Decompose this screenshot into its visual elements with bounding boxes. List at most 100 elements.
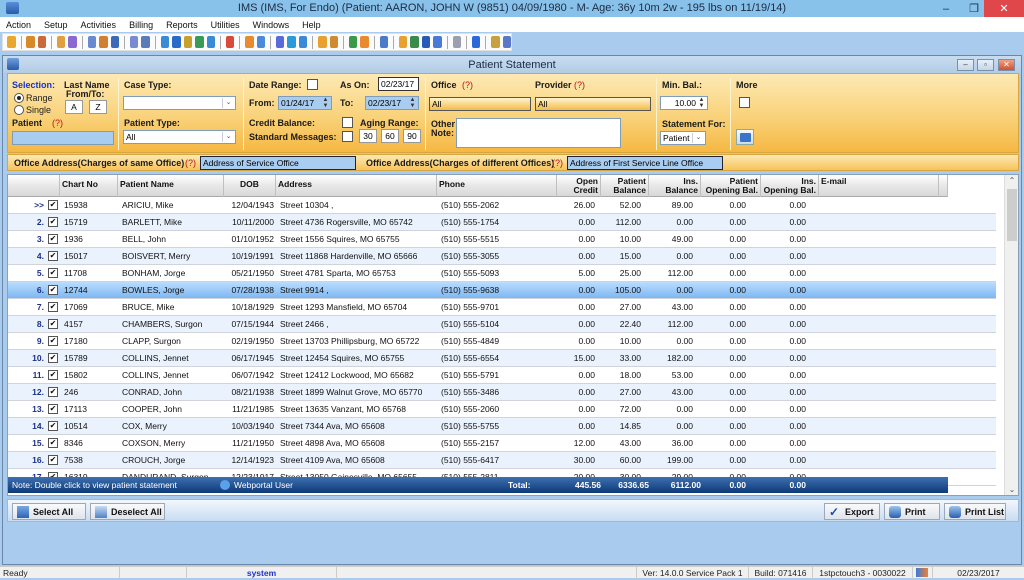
table-row[interactable]: 8. ✔ 4157 CHAMBERS, Surgon 07/15/1944 Street …	[8, 316, 996, 333]
document-icon[interactable]	[433, 36, 442, 48]
office-select[interactable]: All	[429, 97, 531, 111]
col-patient-opening-bal[interactable]: Patient Opening Bal.	[701, 175, 761, 197]
scroll-down-icon[interactable]: ⌄	[1005, 485, 1018, 494]
table-row[interactable]: >> ✔ 15938 ARICIU, Mike 12/04/1943 Street 103…	[8, 197, 996, 214]
col-patient-balance[interactable]: Patient Balance	[601, 175, 649, 197]
notes-icon[interactable]	[141, 36, 150, 48]
table-row[interactable]: 13. ✔ 17113 COOPER, John 11/21/1985 Street 13…	[8, 401, 996, 418]
scroll-thumb[interactable]	[1007, 189, 1017, 241]
col-address[interactable]: Address	[276, 175, 437, 197]
row-checkbox[interactable]: ✔	[48, 336, 58, 346]
menu-setup[interactable]: Setup	[44, 20, 68, 30]
exit-icon[interactable]	[502, 36, 512, 48]
row-checkbox[interactable]: ✔	[48, 319, 58, 329]
credit-balance-checkbox[interactable]	[342, 117, 353, 128]
open-folder-button[interactable]	[736, 129, 754, 145]
table-row[interactable]: 2. ✔ 15719 BARLETT, Mike 10/11/2000 Street 47…	[8, 214, 996, 231]
report-icon[interactable]	[329, 36, 339, 48]
claims-icon[interactable]	[183, 36, 193, 48]
menu-utilities[interactable]: Utilities	[211, 20, 240, 30]
spinner-icon[interactable]: ▲ ▼	[408, 97, 417, 109]
print-list-button[interactable]: Print List	[944, 503, 1006, 520]
scroll-up-icon[interactable]: ⌃	[1005, 176, 1018, 185]
same-office-address-select[interactable]: Address of Service Office	[200, 156, 356, 170]
close-button[interactable]: ✕	[984, 0, 1024, 17]
menu-help[interactable]: Help	[302, 20, 321, 30]
table-row[interactable]: 5. ✔ 11708 BONHAM, Jorge 05/21/1950 Street 47…	[8, 265, 996, 282]
col-ins-balance[interactable]: Ins. Balance	[649, 175, 701, 197]
table-row[interactable]: 7. ✔ 17069 BRUCE, Mike 10/18/1929 Street 1293…	[8, 299, 996, 316]
min-bal-input[interactable]: 10.00 ▲ ▼	[660, 96, 708, 110]
row-checkbox[interactable]: ✔	[48, 404, 58, 414]
template-icon[interactable]	[452, 36, 462, 48]
menu-activities[interactable]: Activities	[81, 20, 117, 30]
col-email[interactable]: E-mail	[819, 175, 939, 197]
statement-for-select[interactable]: Patient ⌄	[660, 131, 706, 145]
col-ins-opening-bal[interactable]: Ins. Opening Bal.	[761, 175, 819, 197]
lab-flask-icon[interactable]	[99, 36, 108, 48]
lock-icon[interactable]	[491, 36, 500, 48]
ledger-icon[interactable]	[206, 36, 216, 48]
row-checkbox[interactable]: ✔	[48, 438, 58, 448]
minimize-button[interactable]: –	[932, 0, 960, 17]
table-row[interactable]: 11. ✔ 15802 COLLINS, Jennet 06/07/1942 Street…	[8, 367, 996, 384]
menu-reports[interactable]: Reports	[166, 20, 198, 30]
patient-icon[interactable]	[7, 36, 16, 48]
table-row[interactable]: 3. ✔ 1936 BELL, John 01/10/1952 Street 1556 S…	[8, 231, 996, 248]
col-phone[interactable]: Phone	[437, 175, 557, 197]
edit-note-icon[interactable]	[68, 36, 77, 48]
word-icon[interactable]	[421, 36, 431, 48]
last-name-from-input[interactable]: A	[65, 100, 83, 114]
spinner-icon[interactable]: ▲ ▼	[321, 97, 330, 109]
aging-60-input[interactable]: 60	[381, 129, 399, 143]
as-on-date-input[interactable]: 02/23/17	[378, 77, 419, 91]
to-date-input[interactable]: 02/23/17 ▲ ▼	[365, 96, 419, 110]
from-date-input[interactable]: 01/24/17 ▲ ▼	[278, 96, 332, 110]
table-row[interactable]: 14. ✔ 10514 COX, Merry 10/03/1940 Street 7344…	[8, 418, 996, 435]
spinner-icon[interactable]: ▲ ▼	[697, 97, 706, 109]
patient-type-select[interactable]: All ⌄	[123, 130, 236, 144]
menu-action[interactable]: Action	[6, 20, 31, 30]
diff-office-help[interactable]: (?)	[552, 158, 563, 168]
letters-icon[interactable]	[256, 36, 266, 48]
payment-icon[interactable]	[195, 36, 204, 48]
child-minimize-button[interactable]: –	[957, 59, 974, 71]
table-row[interactable]: 10. ✔ 15789 COLLINS, Jennet 06/17/1945 Street…	[8, 350, 996, 367]
single-radio[interactable]	[14, 105, 24, 115]
table-row[interactable]: 9. ✔ 17180 CLAPP, Surgon 02/19/1950 Street 13…	[8, 333, 996, 350]
user-edit-icon[interactable]	[37, 36, 47, 48]
aging-90-input[interactable]: 90	[403, 129, 421, 143]
col-open-credit[interactable]: Open Credit	[557, 175, 601, 197]
child-close-button[interactable]: ✕	[998, 59, 1015, 71]
table-row[interactable]: 4. ✔ 15017 BOISVERT, Merry 10/19/1991 Street …	[8, 248, 996, 265]
help-icon[interactable]	[471, 36, 481, 48]
shield-icon[interactable]	[110, 36, 120, 48]
export-button[interactable]: ✓ Export	[824, 503, 880, 520]
row-checkbox[interactable]: ✔	[48, 421, 58, 431]
table-row[interactable]: 6. ✔ 12744 BOWLES, Jorge 07/28/1938 Street 99…	[8, 282, 996, 299]
provider-icon[interactable]	[26, 36, 35, 48]
provider-help[interactable]: (?)	[574, 80, 585, 90]
folder-icon[interactable]	[56, 36, 66, 48]
patient-help[interactable]: (?)	[52, 118, 63, 128]
row-checkbox[interactable]: ✔	[48, 234, 58, 244]
scan-icon[interactable]	[287, 36, 296, 48]
transfer-icon[interactable]	[410, 36, 419, 48]
patient-input[interactable]	[12, 131, 114, 145]
import-icon[interactable]	[398, 36, 408, 48]
diff-office-address-select[interactable]: Address of First Service Line Office	[567, 156, 723, 170]
same-office-help[interactable]: (?)	[185, 158, 196, 168]
doc-icon[interactable]	[129, 36, 139, 48]
row-checkbox[interactable]: ✔	[48, 387, 58, 397]
standard-messages-checkbox[interactable]	[342, 131, 353, 142]
send-icon[interactable]	[275, 36, 285, 48]
range-radio[interactable]	[14, 93, 24, 103]
row-checkbox[interactable]: ✔	[48, 268, 58, 278]
row-checkbox[interactable]: ✔	[48, 200, 58, 210]
reports-icon[interactable]	[379, 36, 389, 48]
last-name-to-input[interactable]: Z	[89, 100, 107, 114]
chart-icon[interactable]	[348, 36, 358, 48]
menu-windows[interactable]: Windows	[253, 20, 290, 30]
case-type-select[interactable]: ⌄	[123, 96, 236, 110]
more-checkbox[interactable]	[739, 97, 750, 108]
